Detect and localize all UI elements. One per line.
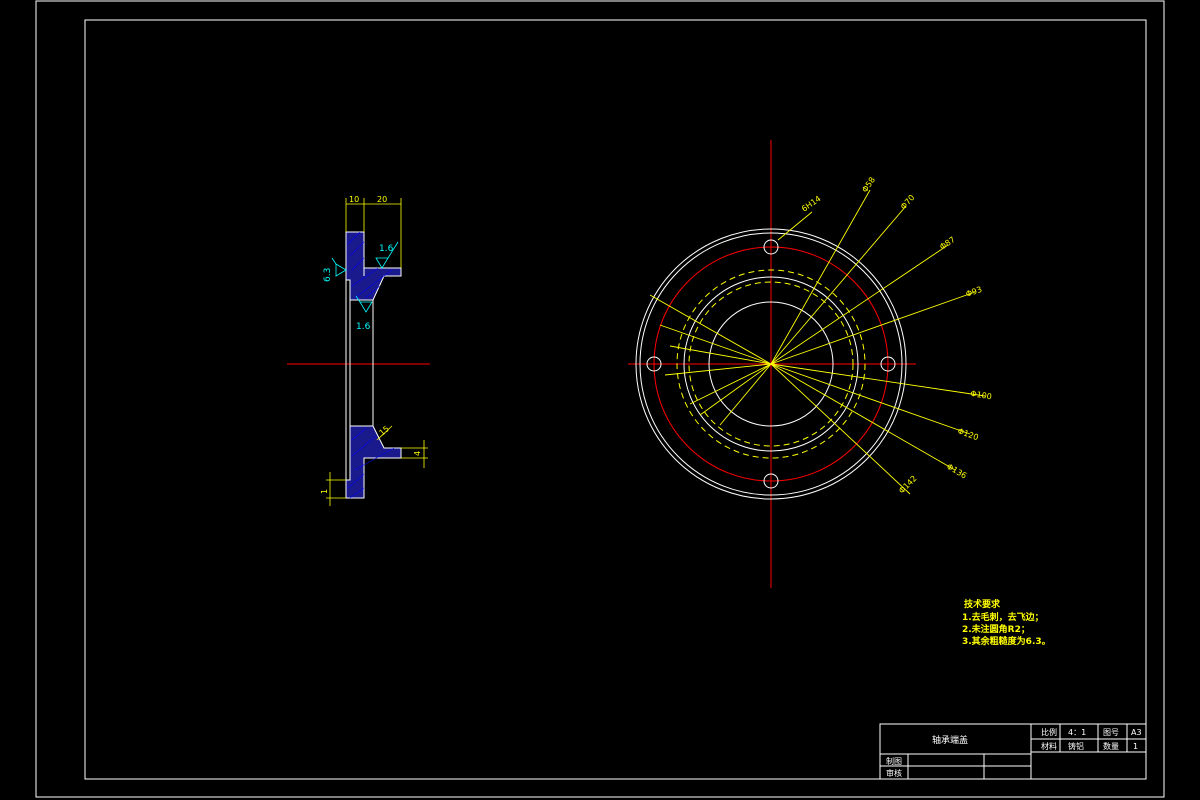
dim-chamfer: 15 bbox=[378, 424, 392, 437]
dim-lip: 1 bbox=[320, 489, 329, 494]
roughness-symbol-left bbox=[331, 257, 347, 277]
dim-d4: Φ93 bbox=[965, 285, 984, 299]
section-view: 10 20 1.6 6.3 1.6 15 4 1 bbox=[287, 195, 430, 506]
title-drawing-no-value: A3 bbox=[1131, 728, 1142, 737]
title-drawn-label: 制图 bbox=[886, 756, 902, 766]
title-material-label: 材料 bbox=[1041, 741, 1057, 751]
notes-title: 技术要求 bbox=[964, 598, 1001, 610]
dim-d6: Φ120 bbox=[956, 426, 979, 442]
title-quantity-label: 数量 bbox=[1103, 741, 1119, 751]
title-scale-value: 4：1 bbox=[1068, 728, 1086, 737]
dim-width-left: 10 bbox=[349, 195, 359, 204]
notes-item-1: 1.去毛刺，去飞边； bbox=[962, 611, 1044, 623]
title-checked-label: 审核 bbox=[886, 768, 902, 778]
dim-d7: Φ136 bbox=[945, 462, 968, 481]
title-material-value: 铸铝 bbox=[1068, 741, 1084, 751]
dim-holes: 6H14 bbox=[800, 194, 823, 214]
dim-d3: Φ87 bbox=[938, 235, 957, 252]
section-hatch-bottom bbox=[345, 425, 402, 499]
dim-d1: Φ58 bbox=[860, 175, 877, 194]
dim-d2: Φ70 bbox=[899, 193, 917, 211]
roughness-top: 1.6 bbox=[379, 244, 394, 254]
notes-item-2: 2.未注圆角R2； bbox=[962, 623, 1030, 635]
technical-notes: 技术要求 1.去毛刺，去飞边； 2.未注圆角R2； 3.其余粗糙度为6.3。 bbox=[962, 598, 1051, 647]
roughness-left: 6.3 bbox=[323, 268, 333, 282]
dim-step: 4 bbox=[413, 451, 422, 456]
dim-d5: Φ100 bbox=[970, 389, 993, 401]
title-quantity-value: 1 bbox=[1133, 742, 1138, 751]
front-view: 6H14 Φ58 Φ70 Φ87 Φ93 Φ100 Φ120 Φ136 Φ142 bbox=[628, 140, 992, 588]
section-hatch-top bbox=[345, 231, 402, 301]
title-part-name: 轴承端盖 bbox=[932, 734, 968, 746]
outer-border bbox=[35, 0, 1165, 798]
title-drawing-no-label: 图号 bbox=[1103, 728, 1119, 737]
roughness-bottom: 1.6 bbox=[356, 322, 371, 332]
title-scale-label: 比例 bbox=[1041, 727, 1057, 737]
notes-item-3: 3.其余粗糙度为6.3。 bbox=[962, 635, 1051, 647]
drawing-canvas: 10 20 1.6 6.3 1.6 15 4 1 6H14 Φ58 Φ70 Φ8… bbox=[35, 0, 1165, 798]
dim-width-right: 20 bbox=[377, 195, 387, 204]
